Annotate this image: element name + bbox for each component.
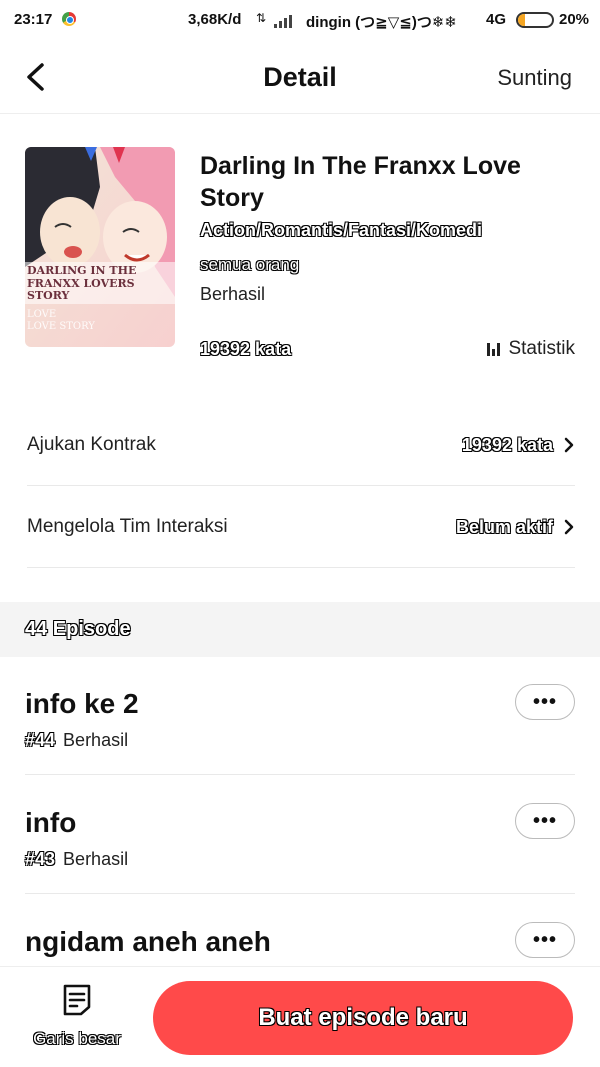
carrier-name: dingin (つ≧▽≦)つ❄❄	[306, 14, 457, 31]
book-cover-image[interactable]: DARLING IN THE FRANXX LOVERS STORY LOVE …	[25, 147, 175, 347]
network-type: 4G	[486, 11, 507, 28]
battery-level	[518, 14, 525, 26]
header-divider	[0, 113, 600, 114]
episode-number: #44	[25, 730, 56, 750]
manage-interaction-team-row[interactable]: Mengelola Tim Interaksi Belum aktif	[27, 487, 575, 567]
statistics-label: Statistik	[508, 338, 575, 359]
status-time: 23:17	[14, 11, 53, 28]
outline-button[interactable]: Garis besar	[24, 983, 130, 1053]
cover-title-text: LOVE STORY	[27, 321, 95, 332]
episode-meta: #43 Berhasil	[25, 849, 128, 870]
book-genres: Action/Romantis/Fantasi/Komedi	[200, 220, 483, 240]
book-status: Berhasil	[200, 284, 266, 304]
episode-meta: #44 Berhasil	[25, 730, 128, 751]
row-value: 19392 kata	[461, 434, 553, 455]
battery-icon	[516, 12, 554, 28]
outline-label: Garis besar	[33, 1029, 121, 1048]
submit-contract-row[interactable]: Ajukan Kontrak 19392 kata	[27, 405, 575, 485]
cover-title-text: STORY	[27, 289, 70, 302]
row-label: Mengelola Tim Interaksi	[27, 516, 228, 537]
edit-button[interactable]: Sunting	[497, 65, 572, 91]
network-speed: 3,68K/d	[188, 11, 242, 28]
cover-title-text: DARLING IN THE	[27, 264, 136, 277]
chevron-right-icon	[564, 437, 574, 453]
episode-item[interactable]: info ke 2 #44 Berhasil •••	[25, 684, 575, 802]
app-header: Detail Sunting	[0, 40, 600, 114]
episode-divider	[25, 893, 575, 894]
episode-title: info ke 2	[25, 688, 139, 719]
row-divider	[27, 567, 575, 568]
episode-title: info	[25, 807, 77, 838]
new-episode-button[interactable]: Buat episode baru	[153, 981, 573, 1055]
bottom-action-bar: Garis besar Buat episode baru	[0, 966, 600, 1067]
more-options-button[interactable]: •••	[515, 684, 575, 720]
statistics-button[interactable]: Statistik	[487, 338, 575, 360]
more-options-button[interactable]: •••	[515, 803, 575, 839]
bar-chart-icon	[487, 342, 501, 356]
episode-number: #43	[25, 849, 56, 869]
episode-count: 44 Episode	[25, 618, 131, 640]
episode-item[interactable]: ngidam aneh aneh •••	[25, 922, 575, 966]
row-value: Belum aktif	[455, 516, 553, 537]
chrome-icon	[62, 12, 76, 26]
episode-status: Berhasil	[63, 730, 129, 750]
document-icon	[63, 984, 91, 1016]
episodes-section-header: 44 Episode	[0, 602, 600, 657]
episode-item[interactable]: info #43 Berhasil •••	[25, 803, 575, 921]
episode-divider	[25, 774, 575, 775]
battery-percent: 20%	[559, 11, 590, 28]
row-divider	[27, 485, 575, 486]
episode-status: Berhasil	[63, 849, 129, 869]
row-label: Ajukan Kontrak	[27, 434, 156, 455]
chevron-right-icon	[564, 519, 574, 535]
book-word-count: 19392 kata	[200, 339, 292, 359]
book-title: Darling In The Franxx Love Story	[200, 152, 521, 212]
book-audience: semua orang	[200, 255, 300, 274]
status-bar: 23:17 3,68K/d ⇅ dingin (つ≧▽≦)つ❄❄ 4G 20%	[0, 0, 600, 40]
more-options-button[interactable]: •••	[515, 922, 575, 958]
signal-icon	[274, 14, 300, 28]
episode-title: ngidam aneh aneh	[25, 926, 271, 957]
data-transfer-icon: ⇅	[256, 11, 267, 25]
cover-title-text: LOVE	[27, 309, 56, 320]
